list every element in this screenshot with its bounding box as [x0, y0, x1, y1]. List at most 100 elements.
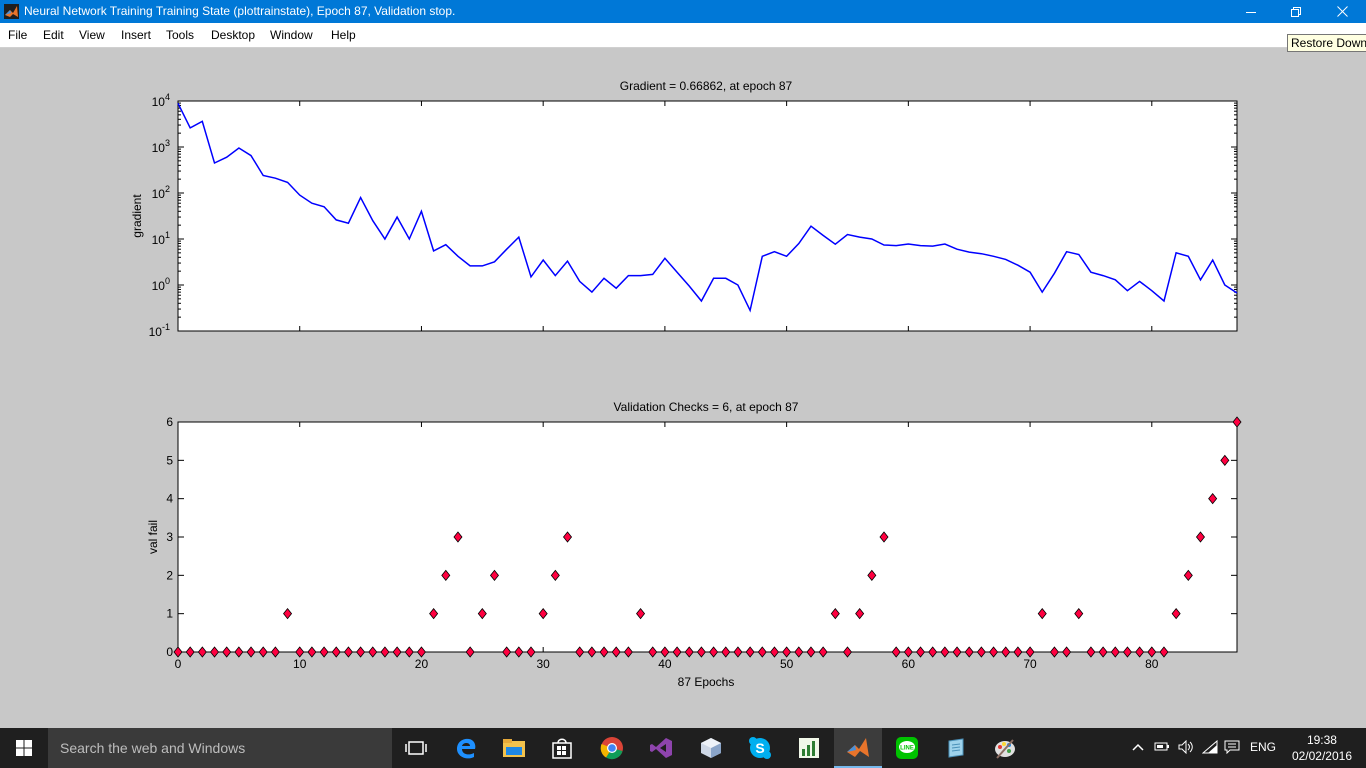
system-tray: ENG 19:38 02/02/2016 — [1116, 728, 1366, 768]
notepad-icon — [948, 738, 964, 758]
menu-tools-label: Tools — [166, 28, 195, 42]
gradient-ytick-base: 10 — [152, 141, 166, 155]
gradient-ytick-exponent: 1 — [165, 230, 170, 240]
chrome-button[interactable] — [598, 734, 626, 762]
taskbar: Search the web and Windows S LINE ENG 19… — [0, 728, 1366, 768]
battery-icon — [1154, 742, 1169, 751]
validation-xtick-label: 40 — [658, 657, 672, 671]
file-explorer-icon — [503, 739, 525, 757]
close-icon — [1336, 6, 1348, 17]
gradient-ytick-label: 104 — [152, 92, 170, 109]
validation-ytick-label: 0 — [166, 645, 173, 659]
skype-button[interactable]: S — [746, 734, 774, 762]
notepad-button[interactable] — [942, 734, 970, 762]
menu-insert[interactable]: Insert — [121, 28, 151, 42]
validation-xtick-label: 80 — [1145, 657, 1159, 671]
clock-time: 19:38 — [1306, 733, 1337, 747]
virtualbox-button[interactable] — [697, 734, 725, 762]
volume-icon — [1178, 739, 1193, 755]
minimize-button[interactable] — [1228, 0, 1274, 23]
validation-xtick-label: 30 — [536, 657, 550, 671]
validation-ytick-label: 2 — [166, 568, 173, 582]
validation-xtick-label: 60 — [902, 657, 916, 671]
battery-button[interactable] — [1154, 740, 1170, 755]
validation-ylabel: val fail — [146, 520, 160, 554]
menu-file[interactable]: File — [8, 28, 27, 42]
menu-desktop-label: Desktop — [211, 28, 256, 42]
gradient-ytick-exponent: 4 — [165, 92, 170, 102]
task-view-icon — [405, 741, 427, 755]
gradient-ytick-base: 10 — [152, 233, 166, 247]
virtualbox-icon — [701, 738, 721, 758]
gradient-plot: Gradient = 0.66862, at epoch 87 10410310… — [130, 79, 1238, 339]
validation-plot: Validation Checks = 6, at epoch 87 0 1 2 3 4… — [146, 400, 1242, 689]
start-button[interactable] — [0, 728, 48, 768]
gradient-ytick-exponent: -1 — [162, 322, 170, 332]
task-view-button[interactable] — [402, 734, 430, 762]
gradient-ytick-label: 102 — [152, 184, 170, 201]
menu-edit[interactable]: Edit — [43, 28, 64, 42]
store-button[interactable] — [548, 734, 576, 762]
gradient-ylabel: gradient — [130, 194, 144, 238]
project-icon — [799, 738, 819, 758]
menu-edit-label: Edit — [43, 28, 64, 42]
validation-x-tick-labels: 0 10 20 30 40 50 60 70 80 — [175, 657, 1159, 671]
visual-studio-button[interactable] — [647, 734, 675, 762]
gradient-ytick-base: 10 — [152, 279, 166, 293]
menu-bar: File Edit View Insert Tools Desktop Wind… — [0, 23, 1366, 48]
show-hidden-icons-button[interactable] — [1132, 740, 1144, 754]
menu-desktop[interactable]: Desktop — [211, 28, 255, 42]
menu-window-label: Window — [270, 28, 313, 42]
clock[interactable]: 19:38 02/02/2016 — [1292, 732, 1352, 764]
edge-button[interactable] — [452, 734, 480, 762]
validation-ytick-label: 5 — [166, 453, 173, 467]
validation-xtick-label: 20 — [415, 657, 429, 671]
language-indicator[interactable]: ENG — [1250, 740, 1276, 754]
gradient-ytick-label: 100 — [152, 276, 170, 293]
close-button[interactable] — [1319, 0, 1365, 23]
restore-button[interactable] — [1273, 0, 1319, 23]
menu-help-label: Help — [331, 28, 356, 42]
validation-ytick-label: 6 — [166, 415, 173, 429]
menu-view[interactable]: View — [79, 28, 105, 42]
menu-help[interactable]: Help — [331, 28, 356, 42]
line-app-button[interactable]: LINE — [893, 734, 921, 762]
title-bar[interactable]: Neural Network Training Training State (… — [0, 0, 1366, 23]
volume-button[interactable] — [1178, 739, 1194, 757]
gradient-ytick-label: 10-1 — [149, 322, 170, 339]
project-button[interactable] — [795, 734, 823, 762]
validation-ytick-label: 1 — [166, 607, 173, 621]
paint-button[interactable] — [991, 734, 1019, 762]
window-title: Neural Network Training Training State (… — [24, 4, 456, 18]
store-icon — [552, 738, 572, 759]
figure-canvas: Gradient = 0.66862, at epoch 87 10410310… — [130, 79, 1242, 689]
chevron-up-icon — [1132, 743, 1144, 751]
menu-view-label: View — [79, 28, 105, 42]
search-box[interactable]: Search the web and Windows — [48, 728, 392, 768]
matlab-button[interactable] — [844, 734, 872, 762]
svg-text:LINE: LINE — [900, 746, 914, 752]
menu-tools[interactable]: Tools — [166, 28, 194, 42]
file-explorer-button[interactable] — [500, 734, 528, 762]
gradient-y-tick-labels: 10410310210110010-1 — [149, 92, 170, 339]
menu-window[interactable]: Window — [270, 28, 313, 42]
line-icon: LINE — [896, 737, 918, 759]
windows-logo-icon — [16, 740, 32, 756]
validation-y-tick-labels: 0 1 2 3 4 5 6 — [166, 415, 173, 659]
gradient-plot-title: Gradient = 0.66862, at epoch 87 — [620, 79, 793, 93]
validation-xtick-label: 50 — [780, 657, 794, 671]
wifi-icon — [1201, 739, 1218, 754]
matlab-app-icon — [4, 4, 19, 19]
chrome-icon — [600, 737, 623, 760]
paint-icon — [995, 739, 1015, 759]
validation-ytick-label: 3 — [166, 530, 173, 544]
minimize-icon — [1246, 11, 1256, 13]
clock-date: 02/02/2016 — [1291, 749, 1352, 763]
skype-icon: S — [749, 737, 771, 759]
gradient-ytick-exponent: 0 — [165, 276, 170, 286]
action-center-button[interactable] — [1224, 740, 1240, 757]
gradient-ytick-base: 10 — [149, 325, 163, 339]
search-placeholder: Search the web and Windows — [60, 740, 246, 756]
network-button[interactable] — [1201, 739, 1218, 757]
validation-plot-title: Validation Checks = 6, at epoch 87 — [614, 400, 799, 414]
